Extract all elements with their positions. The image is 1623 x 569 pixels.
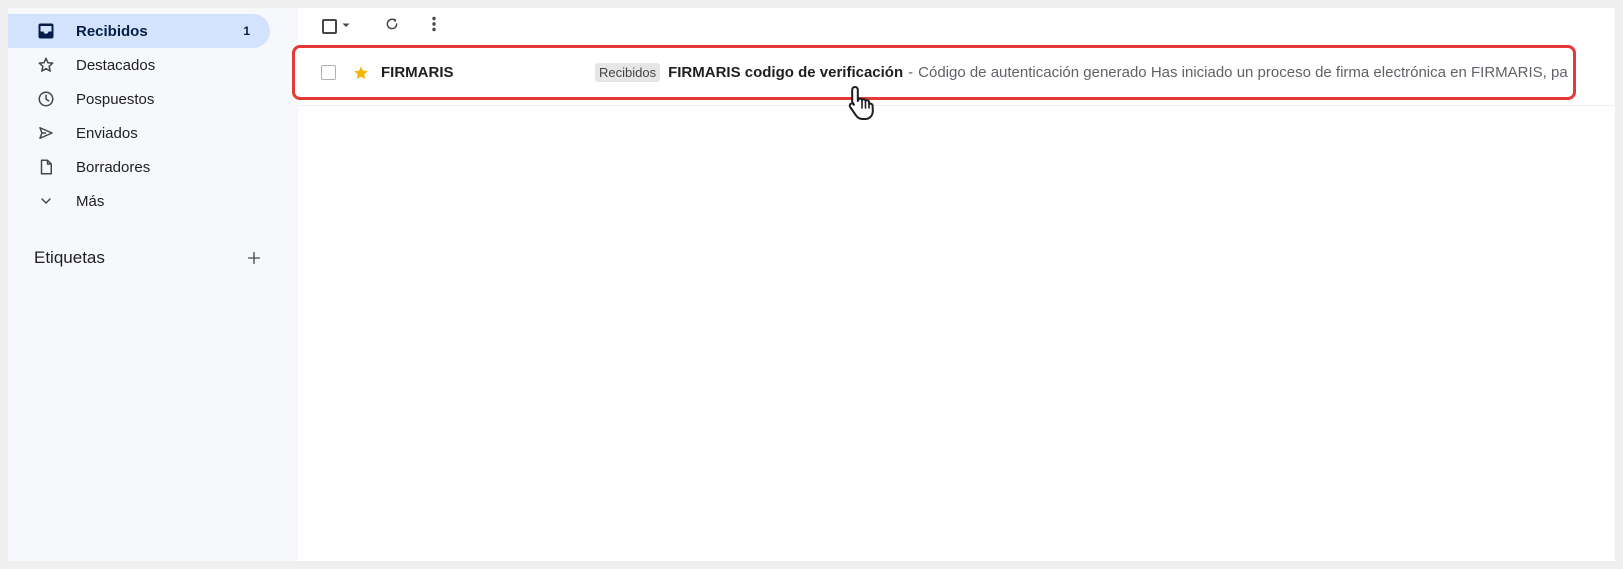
sidebar-item-label: Destacados (76, 56, 156, 74)
unread-count: 1 (243, 24, 250, 38)
clock-icon (36, 89, 56, 109)
mail-list-pane: FIRMARIS Recibidos FIRMARIS codigo de ve… (292, 8, 1615, 561)
star-outline-icon (36, 55, 56, 75)
hand-cursor-icon (848, 86, 874, 120)
label-badge[interactable]: Recibidos (595, 63, 661, 82)
refresh-button[interactable] (378, 12, 406, 40)
sidebar-item-label: Enviados (76, 124, 138, 142)
labels-section-header: Etiquetas (34, 246, 264, 270)
refresh-icon (384, 16, 400, 37)
email-row[interactable]: FIRMARIS Recibidos FIRMARIS codigo de ve… (292, 45, 1576, 100)
row-divider (298, 105, 1615, 106)
sidebar-item-destacados[interactable]: Destacados (8, 48, 270, 82)
sidebar-item-label: Más (76, 192, 105, 210)
row-checkbox[interactable] (321, 65, 336, 80)
draft-icon (36, 157, 56, 177)
add-label-icon[interactable] (244, 248, 264, 268)
sidebar-item-recibidos[interactable]: Recibidos 1 (8, 14, 270, 48)
email-content: Recibidos FIRMARIS codigo de verificació… (595, 63, 1568, 82)
sidebar-item-mas[interactable]: Más (8, 184, 270, 218)
star-icon[interactable] (351, 63, 371, 83)
email-subject: FIRMARIS codigo de verificación (668, 64, 904, 81)
inbox-icon (36, 21, 56, 41)
send-icon (36, 123, 56, 143)
chevron-down-icon (36, 191, 56, 211)
more-vert-icon (431, 16, 437, 37)
sidebar-item-label: Recibidos (76, 22, 148, 40)
email-snippet: Código de autenticación generado Has ini… (918, 64, 1568, 81)
sidebar-item-enviados[interactable]: Enviados (8, 116, 270, 150)
checkbox-icon (321, 18, 337, 34)
caret-down-icon (341, 17, 351, 35)
email-sender: FIRMARIS (381, 64, 454, 81)
labels-title: Etiquetas (34, 248, 105, 267)
subject-snippet-separator: - (908, 64, 914, 81)
mail-toolbar (314, 12, 448, 40)
more-options-button[interactable] (420, 12, 448, 40)
sidebar-item-pospuestos[interactable]: Pospuestos (8, 82, 270, 116)
app-frame: Recibidos 1 Destacados Pospuestos Enviad… (8, 8, 1615, 561)
sidebar-item-borradores[interactable]: Borradores (8, 150, 270, 184)
sidebar-item-label: Pospuestos (76, 90, 155, 108)
sidebar: Recibidos 1 Destacados Pospuestos Enviad… (8, 8, 298, 561)
select-all-button[interactable] (314, 12, 358, 40)
sidebar-item-label: Borradores (76, 158, 151, 176)
